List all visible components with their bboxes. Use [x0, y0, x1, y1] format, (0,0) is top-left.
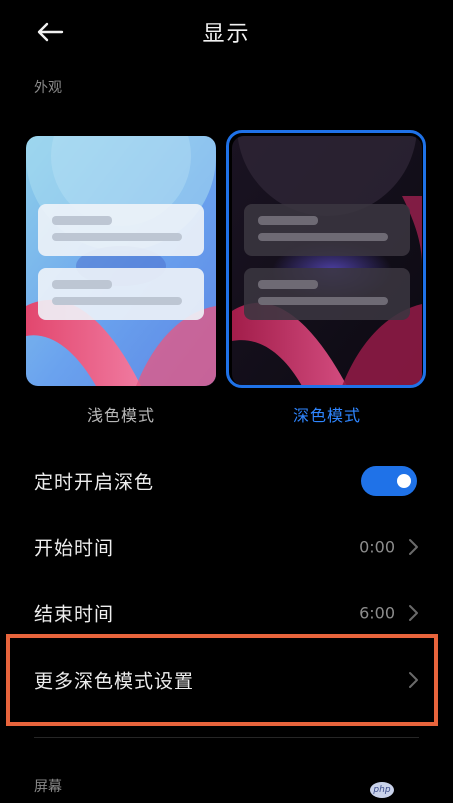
- chevron-right-icon: [409, 539, 418, 555]
- start-time-label: 开始时间: [34, 537, 115, 560]
- start-time-row[interactable]: 开始时间 0:00: [0, 517, 453, 577]
- scheduled-dark-toggle[interactable]: [361, 466, 417, 496]
- page-title: 显示: [202, 22, 251, 47]
- more-dark-settings-label: 更多深色模式设置: [34, 670, 195, 693]
- scheduled-dark-row[interactable]: 定时开启深色: [0, 451, 453, 511]
- end-time-label: 结束时间: [34, 603, 115, 626]
- screen-section-label: 屏幕: [34, 779, 62, 795]
- more-dark-settings-row[interactable]: 更多深色模式设置: [0, 650, 453, 710]
- dark-wallpaper-illustration: [232, 136, 422, 386]
- dark-mode-label[interactable]: 深色模式: [232, 402, 422, 426]
- section-divider: [34, 737, 419, 738]
- chevron-right-icon: [409, 672, 418, 688]
- light-wallpaper-illustration: [26, 136, 216, 386]
- end-time-value: 6:00: [359, 603, 395, 623]
- top-bar: 显示: [0, 0, 453, 64]
- light-mode-label[interactable]: 浅色模式: [26, 402, 216, 426]
- dark-mode-preview[interactable]: [232, 136, 422, 386]
- light-mode-preview[interactable]: [26, 136, 216, 386]
- toggle-knob: [397, 474, 411, 488]
- start-time-value: 0:00: [359, 537, 395, 557]
- end-time-row[interactable]: 结束时间 6:00: [0, 583, 453, 643]
- php-watermark: php: [370, 782, 394, 798]
- scheduled-dark-label: 定时开启深色: [34, 471, 155, 494]
- chevron-right-icon: [409, 605, 418, 621]
- appearance-section-label: 外观: [34, 80, 62, 96]
